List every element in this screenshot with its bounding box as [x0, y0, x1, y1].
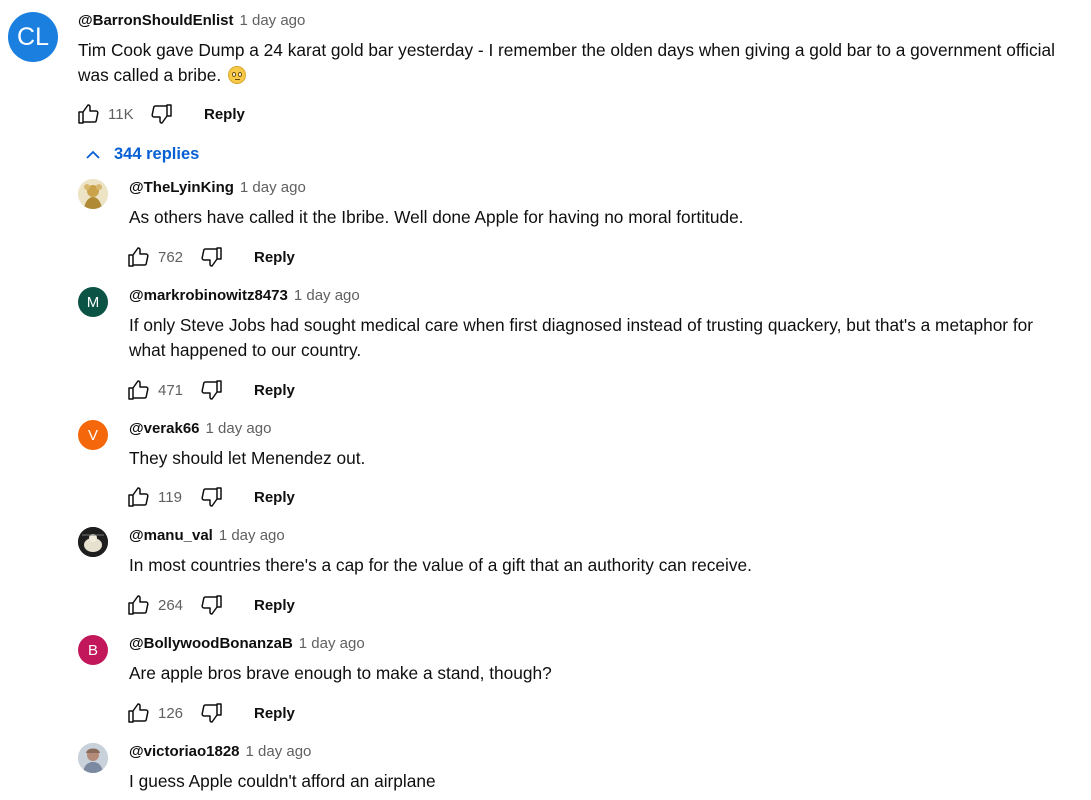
- avatar[interactable]: M: [78, 287, 108, 317]
- avatar-photo-icon: [78, 179, 108, 209]
- like-count: 264: [158, 596, 184, 614]
- like-count: 119: [158, 488, 182, 506]
- rolling-eyes-emoji-icon: [227, 66, 246, 84]
- comment-author[interactable]: @verak66: [129, 420, 200, 437]
- comment-text: Are apple bros brave enough to make a st…: [129, 663, 552, 683]
- dislike-button[interactable]: [198, 700, 224, 726]
- dislike-button[interactable]: [148, 101, 174, 127]
- dislike-button[interactable]: [198, 592, 224, 618]
- reply-body: @verak66 1 day ago They should let Menend…: [129, 420, 1069, 471]
- avatar[interactable]: V: [78, 420, 108, 450]
- comment-text: In most countries there's a cap for the …: [129, 555, 752, 575]
- thumb-down-icon: [151, 104, 172, 124]
- reply-button[interactable]: Reply: [254, 597, 295, 614]
- replies-count-label: 344 replies: [114, 145, 200, 163]
- comment-timestamp[interactable]: 1 day ago: [294, 287, 360, 304]
- comment-actions: 762 Reply: [126, 244, 295, 270]
- comment-timestamp[interactable]: 1 day ago: [219, 527, 285, 544]
- comment-author[interactable]: @victoriao1828: [129, 743, 240, 760]
- like-button[interactable]: [126, 484, 152, 510]
- reply-body: @markrobinowitz8473 1 day ago If only Ste…: [129, 287, 1069, 363]
- thumb-up-icon: [78, 104, 99, 124]
- like-button[interactable]: [126, 592, 152, 618]
- dislike-button[interactable]: [198, 484, 224, 510]
- avatar[interactable]: [78, 179, 108, 209]
- comment-header: @BarronShouldEnlist 1 day ago: [78, 12, 1073, 34]
- like-count: 762: [158, 248, 184, 266]
- reply-button[interactable]: Reply: [254, 382, 295, 399]
- comment-text: If only Steve Jobs had sought medical ca…: [129, 315, 1034, 360]
- comment-author[interactable]: @TheLyinKing: [129, 179, 234, 196]
- comment-text: I guess Apple couldn't afford an airplan…: [129, 771, 436, 791]
- comment-author[interactable]: @BarronShouldEnlist: [78, 12, 233, 29]
- avatar[interactable]: B: [78, 635, 108, 665]
- comment-author[interactable]: @BollywoodBonanzaB: [129, 635, 293, 652]
- comment-timestamp[interactable]: 1 day ago: [206, 420, 272, 437]
- reply-body: @victoriao1828 1 day ago I guess Apple co…: [129, 743, 1069, 794]
- thumb-down-icon: [201, 380, 222, 400]
- thumb-up-icon: [128, 487, 149, 507]
- like-button[interactable]: [126, 244, 152, 270]
- replies-toggle-button[interactable]: 344 replies: [84, 145, 199, 164]
- avatar[interactable]: [78, 743, 108, 773]
- like-button[interactable]: [126, 377, 152, 403]
- like-button[interactable]: [76, 101, 102, 127]
- comment: @BarronShouldEnlist 1 day ago Tim Cook g…: [78, 12, 1073, 88]
- comment-actions: 11K Reply: [76, 101, 245, 127]
- reply-body: @TheLyinKing 1 day ago As others have cal…: [129, 179, 1069, 230]
- comment-text: They should let Menendez out.: [129, 448, 366, 468]
- comment-timestamp[interactable]: 1 day ago: [239, 12, 305, 29]
- comment-timestamp[interactable]: 1 day ago: [246, 743, 312, 760]
- like-count: 471: [158, 381, 184, 399]
- thumb-up-icon: [128, 703, 149, 723]
- comment-timestamp[interactable]: 1 day ago: [299, 635, 365, 652]
- dislike-button[interactable]: [198, 377, 224, 403]
- reply-body: @manu_val 1 day ago In most countries the…: [129, 527, 1069, 578]
- like-button[interactable]: [126, 700, 152, 726]
- avatar[interactable]: CL: [8, 12, 58, 62]
- comment-actions: 471 Reply: [126, 377, 295, 403]
- avatar[interactable]: [78, 527, 108, 557]
- comment-actions: 119 Reply: [126, 484, 295, 510]
- thumb-down-icon: [201, 703, 222, 723]
- comment-author[interactable]: @markrobinowitz8473: [129, 287, 288, 304]
- comment-actions: 264 Reply: [126, 592, 295, 618]
- reply-button[interactable]: Reply: [254, 489, 295, 506]
- reply-button[interactable]: Reply: [254, 249, 295, 266]
- like-count: 11K: [108, 105, 134, 123]
- comment-author[interactable]: @manu_val: [129, 527, 213, 544]
- reply-button[interactable]: Reply: [204, 106, 245, 123]
- thumb-down-icon: [201, 595, 222, 615]
- comment-text: As others have called it the Ibribe. Wel…: [129, 207, 744, 227]
- reply-button[interactable]: Reply: [254, 705, 295, 722]
- avatar-photo-icon: [78, 527, 108, 557]
- comment-timestamp[interactable]: 1 day ago: [240, 179, 306, 196]
- chevron-up-icon: [86, 150, 100, 159]
- avatar-photo-icon: [78, 743, 108, 773]
- comment-actions: 126 Reply: [126, 700, 295, 726]
- thumb-down-icon: [201, 247, 222, 267]
- comment-text: Tim Cook gave Dump a 24 karat gold bar y…: [78, 38, 1073, 88]
- comment-text-content: Tim Cook gave Dump a 24 karat gold bar y…: [78, 40, 1055, 85]
- thumb-up-icon: [128, 247, 149, 267]
- thumb-up-icon: [128, 380, 149, 400]
- thumb-up-icon: [128, 595, 149, 615]
- reply-body: @BollywoodBonanzaB 1 day ago Are apple br…: [129, 635, 1069, 686]
- like-count: 126: [158, 704, 184, 722]
- thumb-down-icon: [201, 487, 222, 507]
- dislike-button[interactable]: [198, 244, 224, 270]
